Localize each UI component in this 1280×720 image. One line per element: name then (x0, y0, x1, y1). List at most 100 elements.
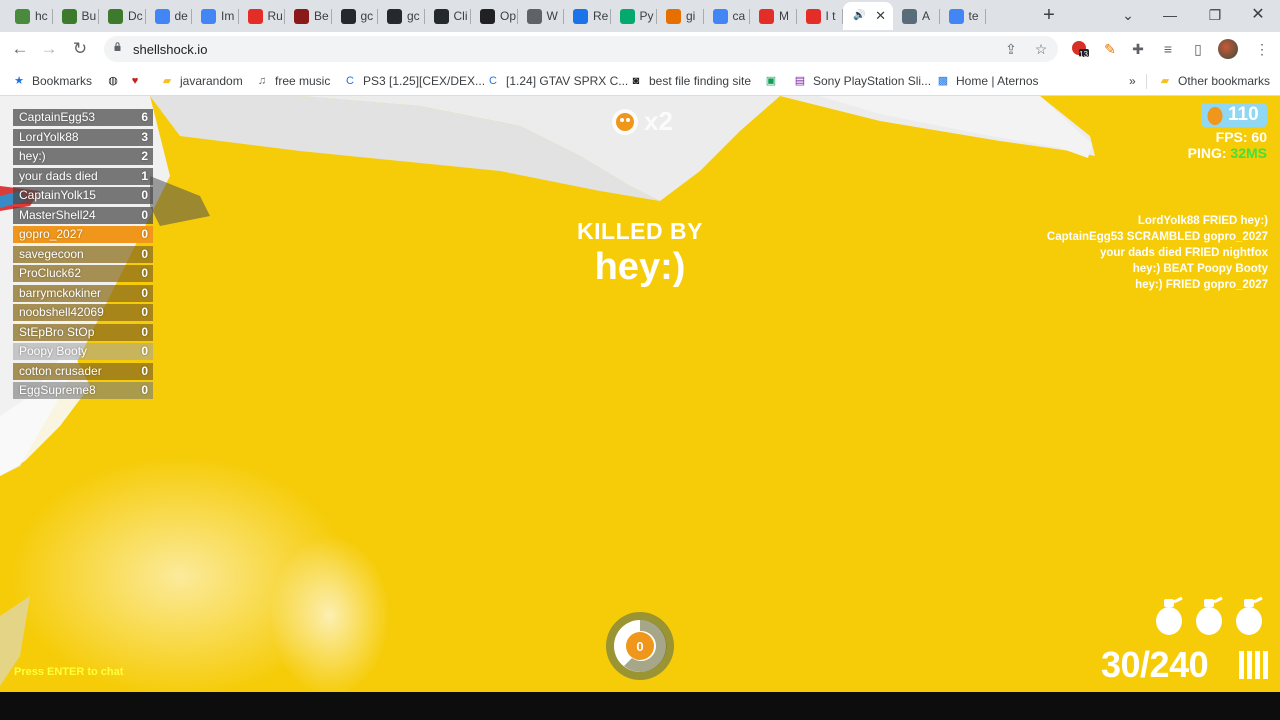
game-scene (0, 96, 1280, 692)
tab-title: W (546, 9, 558, 23)
player-name: your dads died (19, 168, 98, 183)
scoreboard-row: ProCluck62 0 (13, 265, 153, 282)
bookmark-star-icon[interactable]: ☆ (1032, 40, 1050, 58)
browser-tab[interactable]: Cli (425, 2, 471, 30)
minecraft-icon (108, 8, 123, 24)
media-queue-icon[interactable]: ≡ (1156, 37, 1180, 61)
m-logo-icon (294, 8, 309, 24)
menu-kebab-icon[interactable]: ⋮ (1250, 37, 1274, 61)
google-icon (712, 8, 728, 24)
kill-streak-count: x2 (644, 106, 673, 136)
tab-title: Op (500, 9, 517, 23)
tab-title: gc (360, 9, 374, 23)
bookmark-item[interactable]: ▤ Sony PlayStation Sli... (793, 71, 931, 91)
game-canvas[interactable]: CaptainEgg53 6 LordYolk88 3 hey:) 2 your dads … (0, 96, 1280, 692)
bookmark-label: PS3 [1.25][CEX/DEX... (363, 74, 486, 88)
player-name: Poopy Booty (19, 344, 88, 358)
bookmark-item[interactable]: C [1.24] GTAV SPRX C... (486, 71, 628, 91)
more-bookmarks-button[interactable]: » (1129, 71, 1136, 91)
edit-extension-icon[interactable]: ✎ (1098, 37, 1122, 61)
tab-title: gi (686, 9, 696, 23)
address-bar[interactable]: shellshock.io ⇪ ☆ (104, 36, 1058, 62)
browser-tab[interactable]: Py (611, 2, 657, 30)
scoreboard-row: gopro_2027 0 (13, 226, 153, 243)
browser-tab[interactable]: Dc (99, 2, 146, 30)
other-bookmarks-folder[interactable]: ▰ Other bookmarks (1158, 71, 1270, 91)
tab-search-chevron-icon[interactable]: ⌄ (1110, 3, 1146, 27)
close-tab-icon[interactable]: ✕ (875, 8, 886, 24)
browser-tab[interactable]: Bu (53, 2, 99, 30)
fps-readout: FPS: 60 (1215, 129, 1267, 145)
record-icon (573, 8, 588, 24)
player-name: gopro_2027 (19, 227, 84, 241)
player-name: hey:) (19, 149, 46, 163)
bookmark-item[interactable]: ♥ (128, 71, 148, 91)
extensions-puzzle-icon[interactable]: ✚ (1126, 37, 1150, 61)
minimize-button[interactable]: — (1152, 3, 1188, 27)
bookmark-label: Home | Aternos (956, 74, 1039, 88)
ammo-clip-icon (1239, 651, 1268, 679)
adblock-extension-icon[interactable]: 13 (1068, 37, 1092, 61)
back-arrow-icon[interactable]: ← (8, 37, 32, 61)
bookmark-item[interactable]: ♫ free music (255, 71, 330, 91)
tab-title: de (174, 9, 188, 23)
bookmark-item[interactable]: C PS3 [1.25][CEX/DEX... (343, 71, 485, 91)
tab-title: Im (221, 9, 235, 23)
browser-tab[interactable]: hc (6, 2, 53, 30)
player-score: 0 (141, 266, 148, 280)
grenade-icon (1236, 596, 1263, 635)
browser-tab[interactable]: te (940, 2, 986, 30)
bookmark-item[interactable]: ▰ javarandom (160, 71, 243, 91)
profile-avatar[interactable] (1216, 37, 1240, 61)
bookmark-item[interactable]: ▩ Home | Aternos (936, 71, 1039, 91)
egg-count: 110 (1228, 104, 1259, 125)
killer-name: hey:) (594, 246, 686, 288)
player-score: 0 (141, 246, 148, 261)
browser-tab[interactable]: gi (657, 2, 704, 30)
kill-feed-entry: hey:) FRIED gopro_2027 (1135, 279, 1268, 291)
heart-icon: ♥ (131, 75, 139, 87)
bookmark-item[interactable]: ▣ (764, 71, 784, 91)
share-icon[interactable]: ⇪ (1002, 40, 1020, 58)
bookmark-label: javarandom (180, 74, 243, 88)
browser-tab[interactable]: gc (378, 2, 425, 30)
bookmark-label: Bookmarks (32, 74, 93, 88)
robot-icon: ◙ (632, 75, 640, 87)
player-name: CaptainEgg53 (19, 110, 96, 124)
player-score: 0 (141, 188, 148, 202)
side-panel-icon[interactable]: ▯ (1186, 37, 1210, 61)
maximize-button[interactable]: ❐ (1197, 3, 1233, 27)
tab-title: A (922, 9, 931, 23)
player-score: 0 (141, 207, 148, 222)
browser-tab[interactable]: de (146, 2, 192, 30)
globe-icon (526, 8, 542, 24)
bookmark-item[interactable]: ◍ (106, 71, 126, 91)
browser-tab[interactable]: Re (564, 2, 611, 30)
browser-tab[interactable]: Im (192, 2, 239, 30)
tab-title: gc (407, 9, 420, 23)
scoreboard-row: your dads died 1 (13, 167, 153, 185)
browser-tab[interactable]: Be (285, 2, 332, 30)
browser-tab[interactable]: Ru (239, 2, 285, 30)
bookmark-item[interactable]: ◙ best file finding site (629, 71, 751, 91)
browser-tab[interactable]: W (518, 2, 564, 30)
ping-readout: PING: 32MS (1188, 145, 1267, 161)
browser-tab[interactable]: M (750, 2, 797, 30)
url-text[interactable]: shellshock.io (133, 42, 207, 57)
browser-tab[interactable]: gc (332, 2, 378, 30)
player-score: 0 (141, 363, 148, 378)
music-icon: ♫ (257, 75, 267, 87)
browser-tab[interactable]: Op (471, 2, 518, 30)
google-icon (948, 8, 964, 24)
browser-tab[interactable]: 🔊 ✕ (843, 2, 893, 30)
new-tab-button[interactable]: + (1038, 4, 1060, 26)
forward-arrow-icon[interactable]: → (37, 37, 61, 61)
close-window-button[interactable]: ✕ (1240, 3, 1276, 27)
browser-tab[interactable]: A (893, 2, 940, 30)
browser-tab[interactable]: I t (797, 2, 843, 30)
browser-tab[interactable]: ca (704, 2, 750, 30)
reload-icon[interactable]: ↻ (68, 37, 92, 61)
minecraft-icon (61, 8, 77, 24)
tab-separator (985, 9, 986, 24)
bookmark-item[interactable]: ★ Bookmarks (12, 71, 92, 91)
